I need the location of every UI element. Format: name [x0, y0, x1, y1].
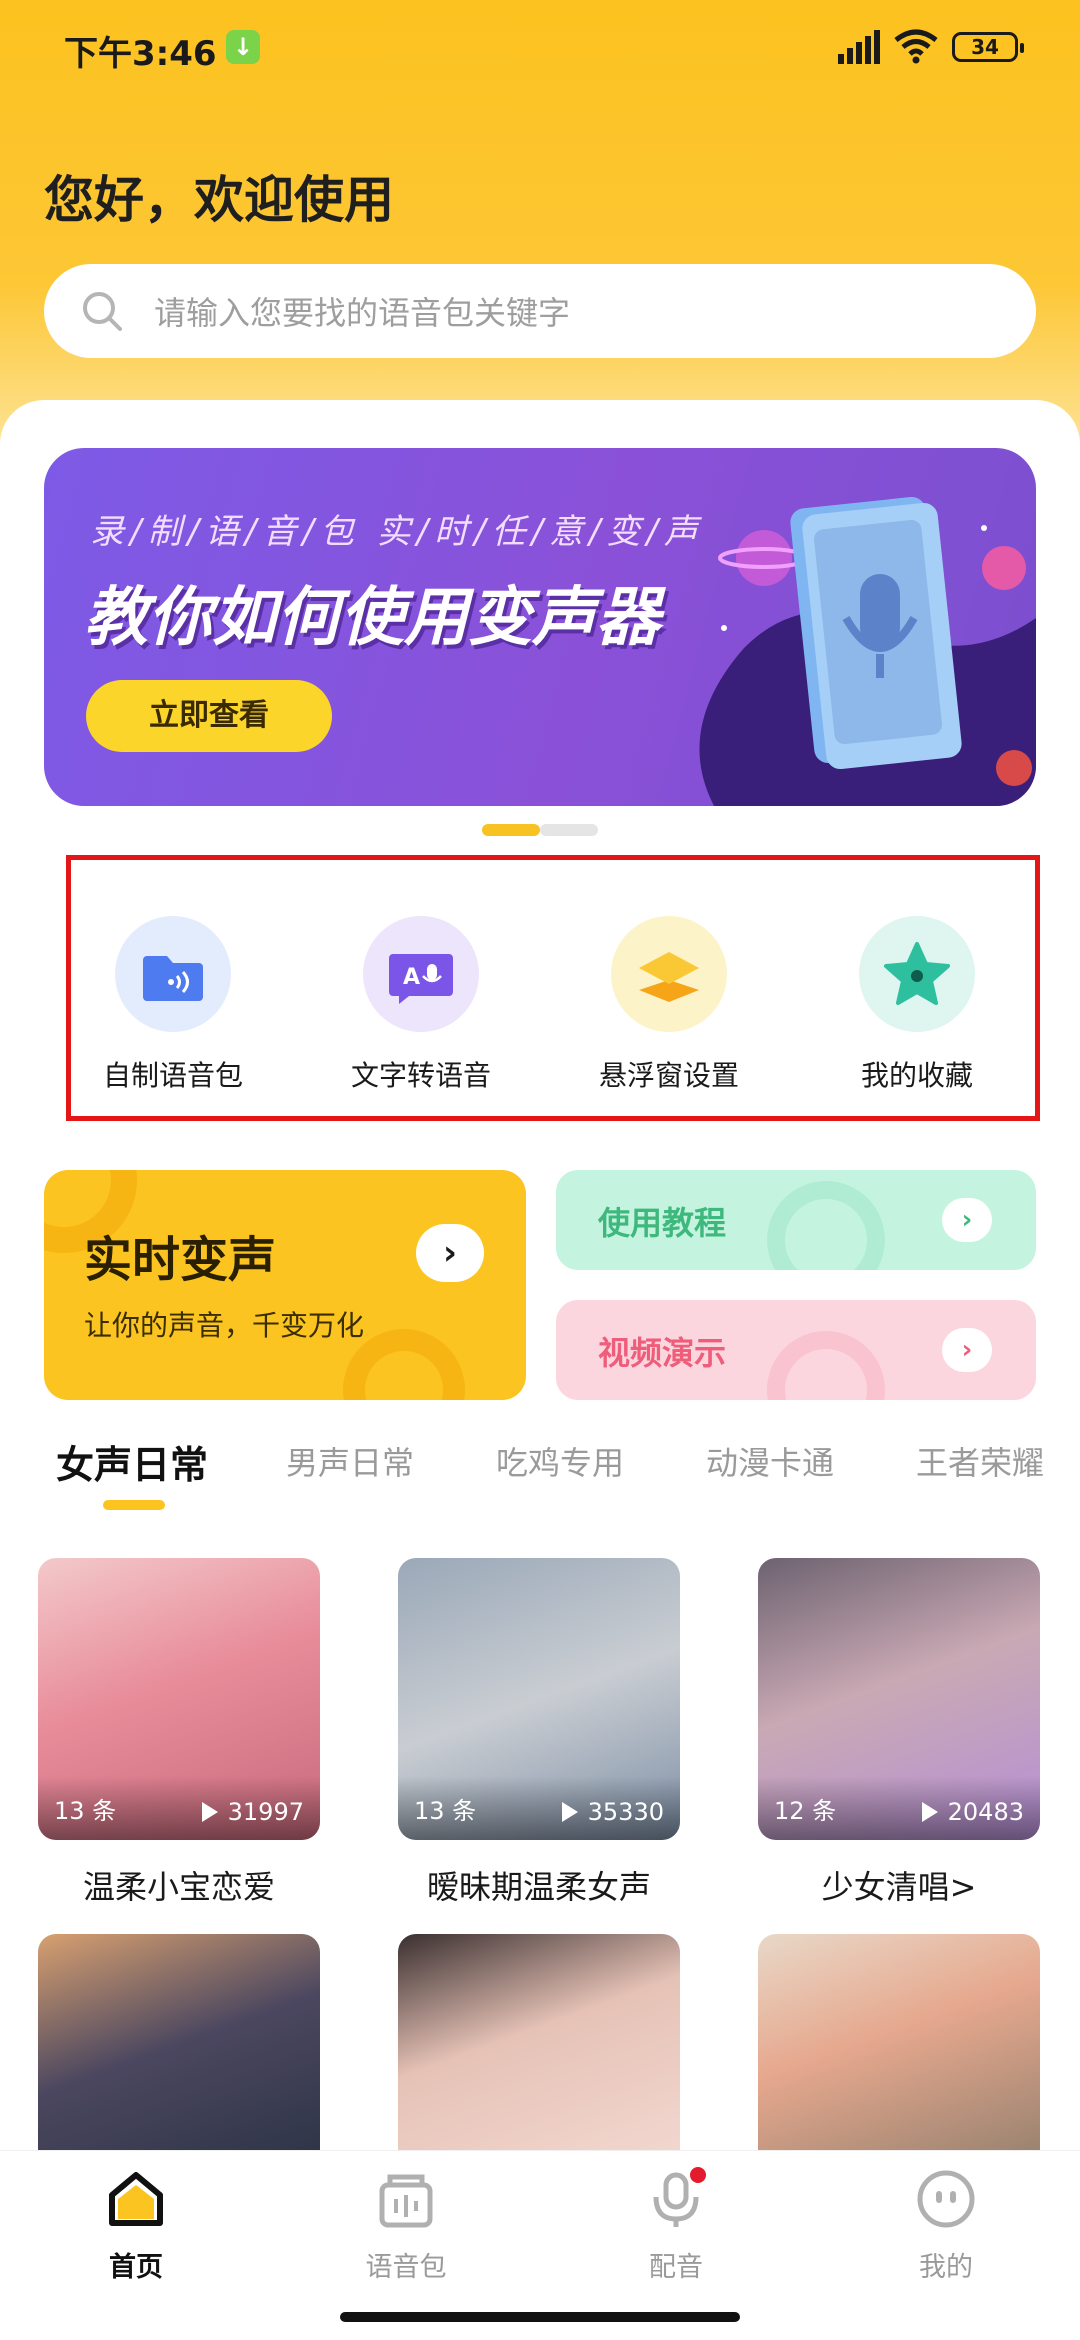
nav-label: 配音: [649, 2252, 703, 2283]
category-tabs: 女声日常 男声日常 吃鸡专用 动漫卡通 王者荣耀: [0, 1428, 1080, 1518]
status-time: 下午3:46: [64, 34, 217, 74]
clip-count: 13 条: [54, 1797, 117, 1825]
battery-icon: 34: [952, 32, 1024, 62]
clip-count: 12 条: [774, 1797, 837, 1825]
chevron-right-icon[interactable]: ›: [942, 1198, 992, 1242]
voice-pack-cover-image: [758, 1934, 1040, 2154]
voice-pack-title: 少女清唱>: [821, 1868, 977, 1906]
clip-count: 13 条: [414, 1797, 477, 1825]
microphone-icon: [653, 2167, 706, 2227]
tab-anime-cartoon[interactable]: 动漫卡通: [706, 1438, 834, 1484]
voice-pack-cover-image: 13 条 35330: [398, 1558, 680, 1840]
search-icon: [83, 292, 122, 331]
quick-action-floating-window[interactable]: 悬浮窗设置: [569, 916, 769, 1094]
folder-voice-icon: [115, 916, 231, 1032]
video-demo-label: 视频演示: [598, 1334, 727, 1372]
quick-action-label: 悬浮窗设置: [598, 1059, 739, 1092]
tab-male-daily[interactable]: 男声日常: [286, 1438, 414, 1484]
video-demo-card[interactable]: 视频演示 ›: [556, 1300, 1036, 1400]
greeting-title: 您好，欢迎使用: [44, 171, 394, 229]
nav-voice-pack[interactable]: 语音包: [316, 2167, 496, 2284]
voice-pack-card[interactable]: [38, 1934, 320, 2154]
home-icon: [109, 2172, 163, 2226]
play-icon: [561, 1802, 578, 1822]
quick-actions-highlight: 自制语音包 A 文字转语音 悬浮窗设置 我的收藏: [66, 855, 1040, 1121]
profile-icon: [917, 2170, 975, 2228]
download-icon: ↓: [226, 30, 260, 64]
nav-dubbing[interactable]: 配音: [586, 2167, 766, 2284]
quick-action-label: 自制语音包: [102, 1059, 243, 1092]
tutorial-card[interactable]: 使用教程 ›: [556, 1170, 1036, 1270]
voice-pack-card[interactable]: 13 条 35330 暧昧期温柔女声: [398, 1558, 680, 1908]
play-icon: [921, 1802, 938, 1822]
voice-pack-card[interactable]: 13 条 31997 温柔小宝恋爱: [38, 1558, 320, 1908]
nav-home[interactable]: 首页: [46, 2167, 226, 2284]
promo-banner[interactable]: 录/制/语/音/包 实/时/任/意/变/声 教你如何使用变声器 立即查看: [44, 448, 1036, 806]
realtime-voice-change-subtitle: 让你的声音，千变万化: [84, 1309, 365, 1342]
tutorial-label: 使用教程: [598, 1204, 727, 1242]
chevron-right-icon[interactable]: ›: [416, 1224, 484, 1282]
tab-honor-of-kings[interactable]: 王者荣耀: [916, 1438, 1044, 1484]
quick-action-label: 我的收藏: [860, 1059, 973, 1092]
play-count: 20483: [921, 1798, 1024, 1826]
play-icon: [201, 1802, 218, 1822]
voice-pack-cover-image: [38, 1934, 320, 2154]
voice-pack-cover-image: 13 条 31997: [38, 1558, 320, 1840]
search-input[interactable]: 请输入您要找的语音包关键字: [154, 288, 570, 334]
signal-icon: [838, 30, 880, 64]
nav-profile[interactable]: 我的: [856, 2167, 1036, 2284]
view-now-button[interactable]: 立即查看: [86, 680, 332, 752]
voice-pack-title: 暧昧期温柔女声: [426, 1868, 651, 1906]
search-bar[interactable]: 请输入您要找的语音包关键字: [44, 264, 1036, 358]
carousel-dot: [540, 824, 598, 836]
svg-text:A: A: [403, 965, 420, 990]
banner-subtitle: 录/制/语/音/包 实/时/任/意/变/声: [90, 512, 704, 552]
nav-label: 首页: [109, 2252, 163, 2283]
carousel-dot-active: [482, 824, 540, 836]
carousel-indicator: [482, 824, 598, 836]
tab-pubg[interactable]: 吃鸡专用: [496, 1438, 624, 1484]
banner-title: 教你如何使用变声器: [84, 581, 660, 655]
quick-action-custom-voice-pack[interactable]: 自制语音包: [73, 916, 273, 1094]
star-icon: [859, 916, 975, 1032]
voice-pack-title: 温柔小宝恋爱: [82, 1868, 275, 1906]
realtime-voice-change-card[interactable]: 实时变声 让你的声音，千变万化 ›: [44, 1170, 526, 1400]
home-indicator-bar[interactable]: [340, 2312, 740, 2322]
card-meta-overlay: 13 条 35330: [398, 1776, 680, 1840]
nav-label: 语音包: [365, 2252, 447, 2283]
quick-action-text-to-speech[interactable]: A 文字转语音: [321, 916, 521, 1094]
voice-pack-cover-image: [398, 1934, 680, 2154]
layers-icon: [611, 916, 727, 1032]
book-microphone-illustration: [699, 496, 1036, 806]
voice-pack-card[interactable]: [398, 1934, 680, 2154]
play-count: 35330: [561, 1798, 664, 1826]
quick-action-favorites[interactable]: 我的收藏: [817, 916, 1017, 1094]
wifi-icon: [894, 29, 938, 64]
voice-pack-cover-image: 12 条 20483: [758, 1558, 1040, 1840]
play-count-value: 35330: [587, 1798, 664, 1826]
voice-pack-card[interactable]: [758, 1934, 1040, 2154]
play-count: 31997: [201, 1798, 304, 1826]
tab-female-daily[interactable]: 女声日常: [56, 1434, 208, 1489]
chevron-right-icon[interactable]: ›: [942, 1328, 992, 1372]
status-bar: 下午3:46 ↓ 34: [0, 0, 1080, 96]
quick-action-label: 文字转语音: [350, 1059, 491, 1092]
card-meta-overlay: 13 条 31997: [38, 1776, 320, 1840]
active-tab-indicator: [103, 1500, 165, 1510]
text-to-speech-icon: A: [363, 916, 479, 1032]
play-count-value: 20483: [947, 1798, 1024, 1826]
voice-pack-icon: [379, 2174, 433, 2228]
realtime-voice-change-title: 实时变声: [84, 1232, 277, 1288]
play-count-value: 31997: [227, 1798, 304, 1826]
voice-pack-card[interactable]: 12 条 20483 少女清唱>: [758, 1558, 1040, 1908]
card-meta-overlay: 12 条 20483: [758, 1776, 1040, 1840]
nav-label: 我的: [919, 2252, 973, 2283]
